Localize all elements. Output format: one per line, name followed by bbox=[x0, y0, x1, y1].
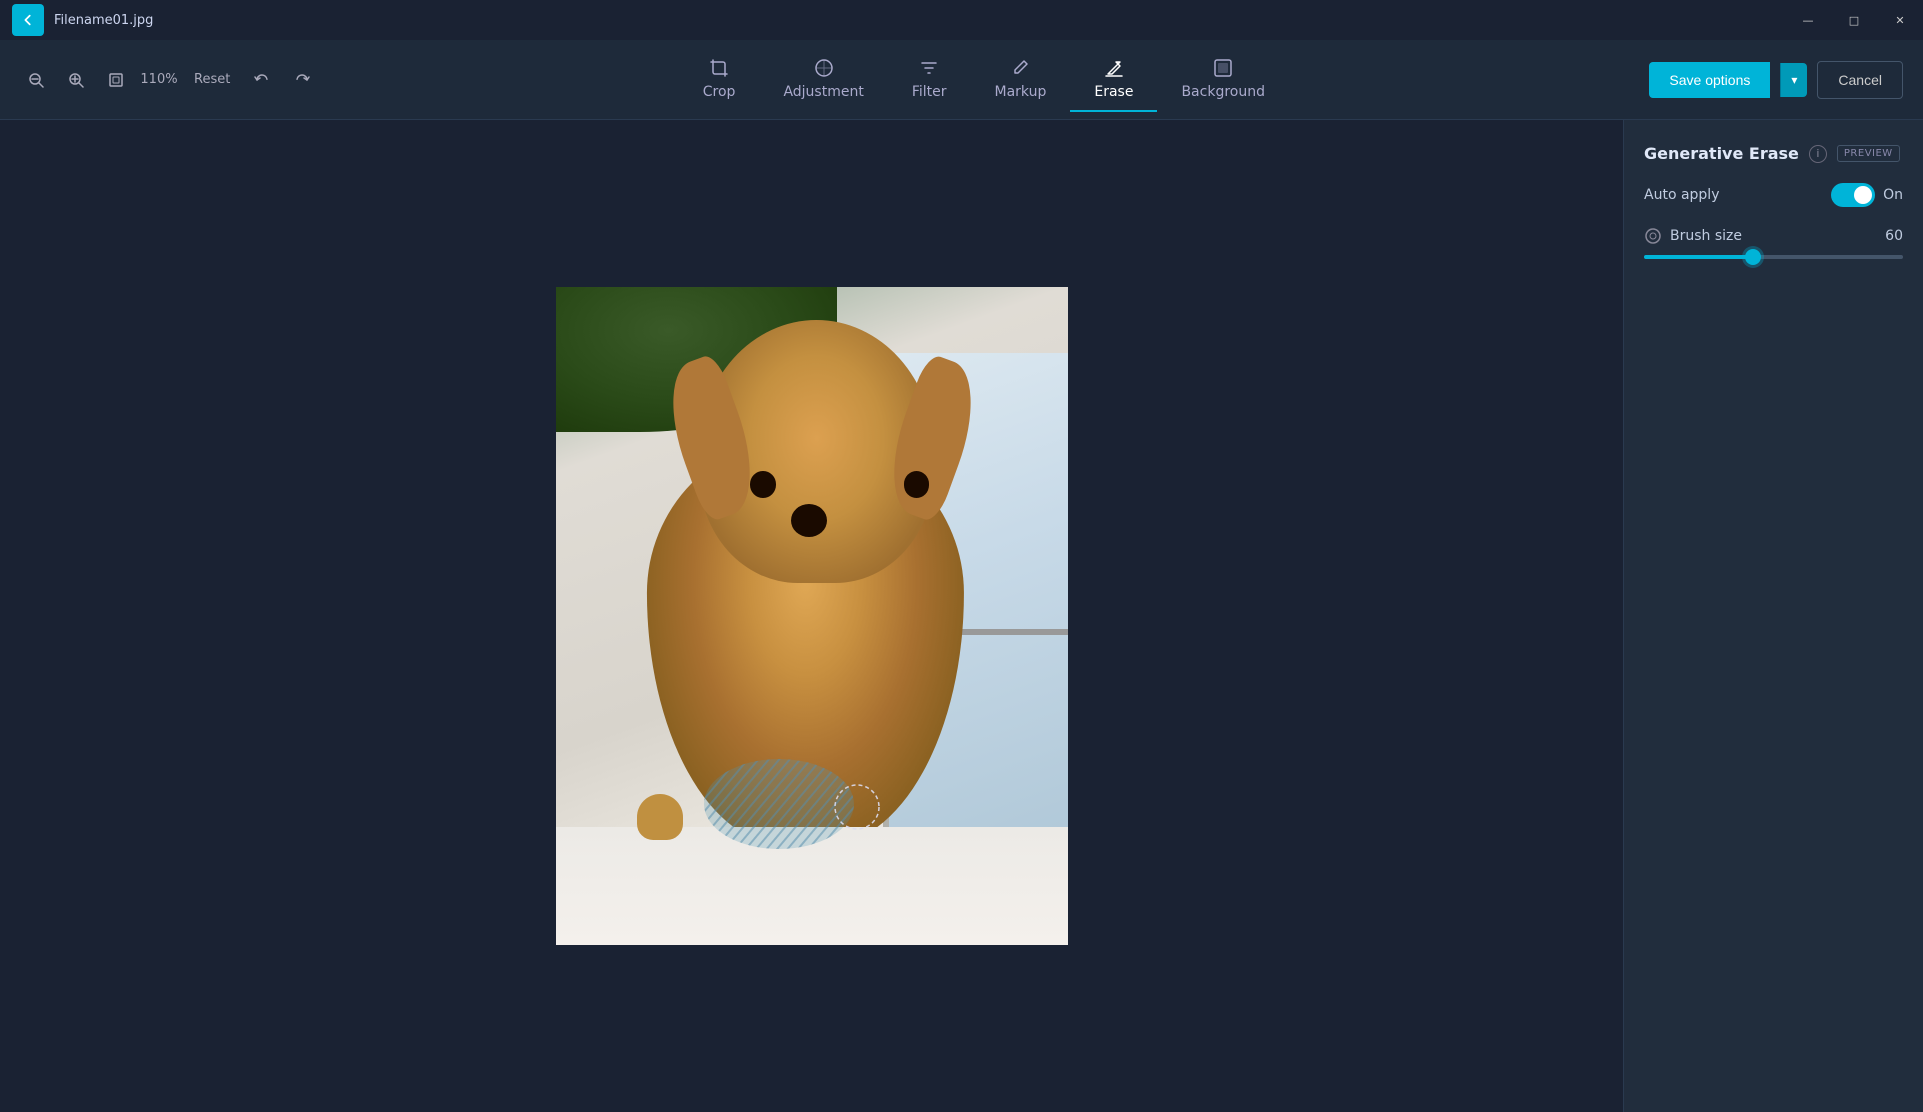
undo-button[interactable] bbox=[246, 64, 278, 96]
brush-icon bbox=[1644, 227, 1662, 245]
brush-size-label: Brush size bbox=[1670, 228, 1742, 244]
cancel-button[interactable]: Cancel bbox=[1817, 61, 1903, 99]
tool-markup[interactable]: Markup bbox=[971, 48, 1071, 112]
tool-background-label: Background bbox=[1181, 84, 1265, 100]
zoom-in-button[interactable] bbox=[60, 64, 92, 96]
tool-erase[interactable]: Erase bbox=[1070, 48, 1157, 112]
tool-markup-label: Markup bbox=[995, 84, 1047, 100]
fit-view-button[interactable] bbox=[100, 64, 132, 96]
image-container bbox=[556, 287, 1068, 945]
toolbar-left: 110% Reset bbox=[20, 64, 318, 96]
main-content: Generative Erase i PREVIEW Auto apply On bbox=[0, 120, 1923, 1112]
brush-slider-thumb bbox=[1745, 249, 1761, 265]
titlebar: Filename01.jpg — □ ✕ bbox=[0, 0, 1923, 40]
filename-label: Filename01.jpg bbox=[54, 13, 153, 28]
tool-background[interactable]: Background bbox=[1157, 48, 1289, 112]
brush-size-header: Brush size 60 bbox=[1644, 227, 1903, 245]
preview-badge: PREVIEW bbox=[1837, 145, 1900, 162]
erase-overlay bbox=[699, 739, 899, 859]
tool-adjustment-label: Adjustment bbox=[783, 84, 863, 100]
right-panel: Generative Erase i PREVIEW Auto apply On bbox=[1623, 120, 1923, 1112]
tool-adjustment[interactable]: Adjustment bbox=[759, 48, 887, 112]
brush-size-value: 60 bbox=[1885, 228, 1903, 244]
reset-button[interactable]: Reset bbox=[186, 68, 238, 91]
panel-title: Generative Erase bbox=[1644, 144, 1799, 163]
toggle-state-label: On bbox=[1883, 187, 1903, 203]
zoom-out-button[interactable] bbox=[20, 64, 52, 96]
toolbar: 110% Reset Crop bbox=[0, 40, 1923, 120]
toggle-group: On bbox=[1831, 183, 1903, 207]
canvas-area[interactable] bbox=[0, 120, 1623, 1112]
close-button[interactable]: ✕ bbox=[1877, 0, 1923, 40]
brush-size-left: Brush size bbox=[1644, 227, 1742, 245]
toggle-knob bbox=[1854, 186, 1872, 204]
panel-header: Generative Erase i PREVIEW bbox=[1644, 144, 1903, 163]
minimize-button[interactable]: — bbox=[1785, 0, 1831, 40]
save-options-dropdown-button[interactable]: ▾ bbox=[1780, 63, 1807, 97]
tool-crop[interactable]: Crop bbox=[679, 48, 760, 112]
window-controls: — □ ✕ bbox=[1785, 0, 1923, 40]
auto-apply-toggle[interactable] bbox=[1831, 183, 1875, 207]
auto-apply-label: Auto apply bbox=[1644, 187, 1719, 203]
back-icon bbox=[21, 13, 35, 27]
info-icon[interactable]: i bbox=[1809, 145, 1827, 163]
auto-apply-row: Auto apply On bbox=[1644, 183, 1903, 207]
toolbar-right: Save options ▾ Cancel bbox=[1649, 61, 1903, 99]
brush-size-slider[interactable] bbox=[1644, 255, 1903, 259]
redo-button[interactable] bbox=[286, 64, 318, 96]
maximize-button[interactable]: □ bbox=[1831, 0, 1877, 40]
back-button[interactable] bbox=[12, 4, 44, 36]
tool-erase-label: Erase bbox=[1094, 84, 1133, 100]
save-options-button[interactable]: Save options bbox=[1649, 62, 1770, 98]
tool-filter-label: Filter bbox=[912, 84, 947, 100]
zoom-level-display: 110% bbox=[140, 72, 178, 87]
tool-filter[interactable]: Filter bbox=[888, 48, 971, 112]
toolbar-center: Crop Adjustment Filter Markup bbox=[318, 48, 1649, 112]
erase-painted-area bbox=[699, 729, 899, 859]
tool-crop-label: Crop bbox=[703, 84, 736, 100]
brush-size-row: Brush size 60 bbox=[1644, 227, 1903, 259]
